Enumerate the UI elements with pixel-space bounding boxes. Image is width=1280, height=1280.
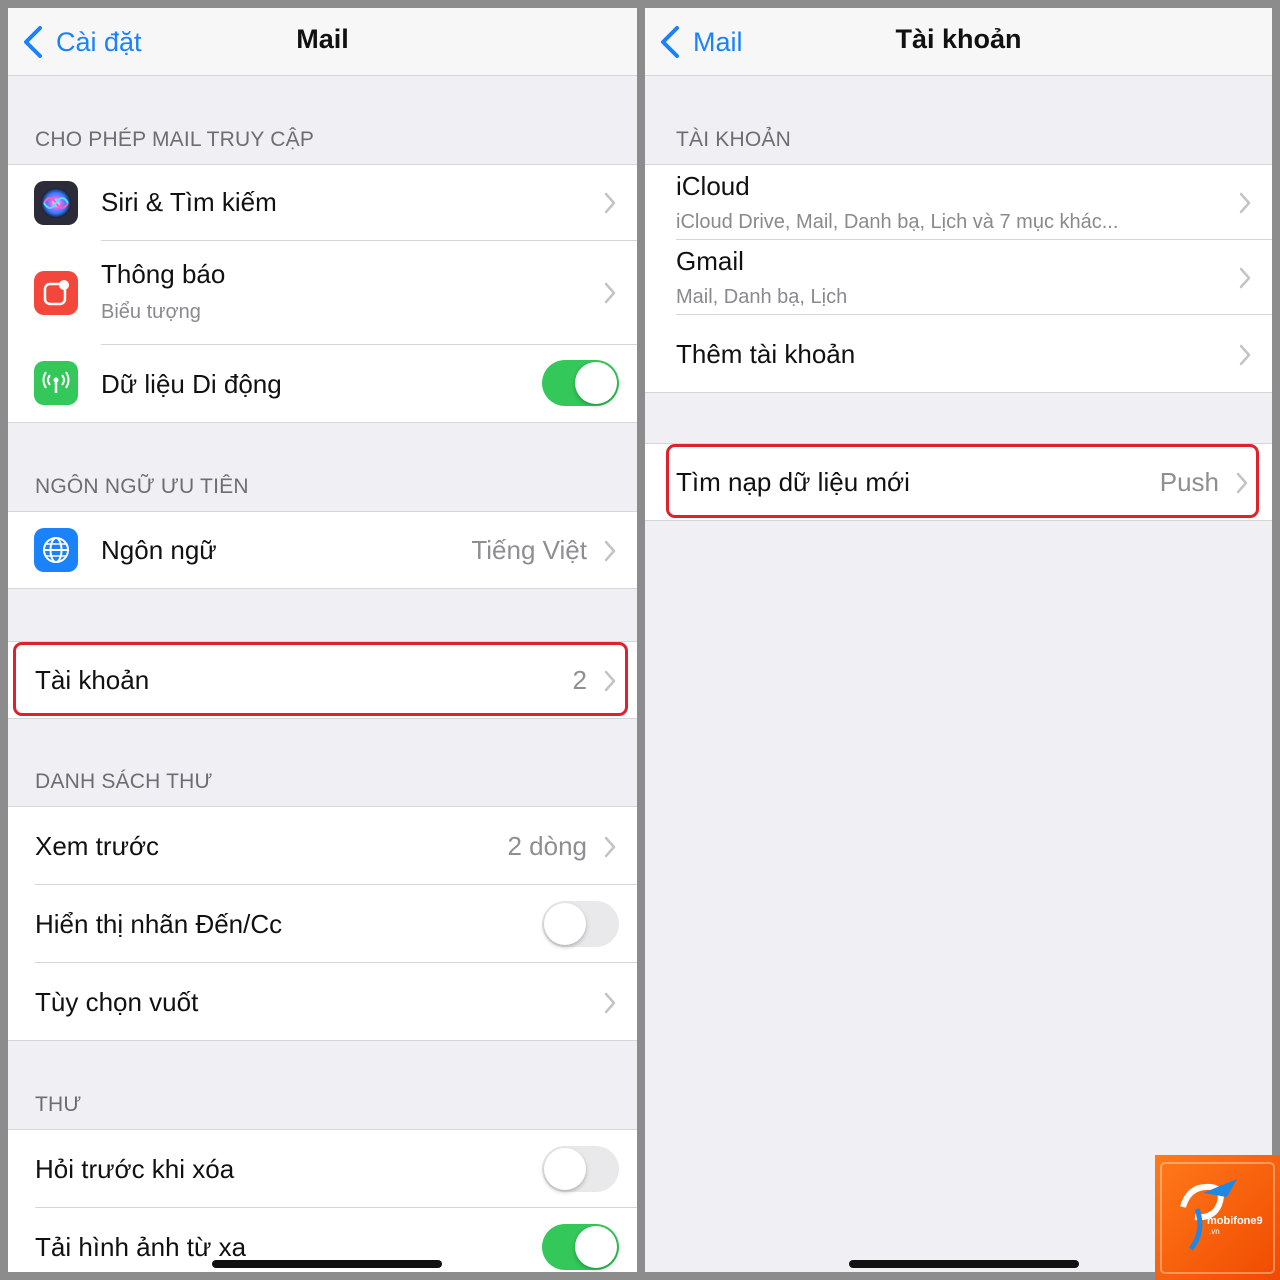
- language-group: Ngôn ngữ Tiếng Việt: [8, 511, 637, 589]
- mobifone9-logo: mobifone9 .vn: [1155, 1155, 1280, 1280]
- notifications-sublabel: Biểu tượng: [101, 301, 201, 323]
- brand-domain: .vn: [1209, 1227, 1220, 1236]
- row-account-gmail[interactable]: Gmail Mail, Danh bạ, Lịch: [645, 240, 1272, 315]
- account-detail: iCloud Drive, Mail, Danh bạ, Lịch và 7 m…: [676, 211, 1119, 233]
- globe-icon: [34, 528, 78, 572]
- row-show-to-cc: Hiển thị nhãn Đến/Cc: [8, 885, 637, 963]
- account-name: iCloud: [676, 171, 750, 201]
- row-language[interactable]: Ngôn ngữ Tiếng Việt: [8, 512, 637, 588]
- siri-label: Siri & Tìm kiếm: [101, 187, 277, 217]
- section-header-language: NGÔN NGỮ ƯU TIÊN: [35, 475, 249, 498]
- cellular-toggle[interactable]: [542, 360, 619, 406]
- highlight-box-accounts: [13, 642, 628, 716]
- section-header-accounts: TÀI KHOẢN: [676, 128, 791, 151]
- add-account-label: Thêm tài khoản: [676, 339, 856, 369]
- highlight-box-fetch: [666, 444, 1259, 518]
- chevron-right-icon: [604, 282, 616, 304]
- row-preview[interactable]: Xem trước 2 dòng: [8, 807, 637, 885]
- home-indicator[interactable]: [212, 1260, 442, 1268]
- messages-group: Hỏi trước khi xóa Tải hình ảnh từ xa: [8, 1129, 637, 1272]
- ask-before-delete-toggle[interactable]: [542, 1146, 619, 1192]
- row-siri[interactable]: Siri & Tìm kiếm: [8, 165, 637, 241]
- row-ask-before-delete: Hỏi trước khi xóa: [8, 1130, 637, 1208]
- mail-settings-screen: Cài đặt Mail CHO PHÉP MAIL TRUY CẬP Siri…: [8, 8, 637, 1272]
- language-value: Tiếng Việt: [471, 535, 587, 565]
- cellular-antenna-icon: [34, 361, 78, 405]
- show-to-cc-label: Hiển thị nhãn Đến/Cc: [35, 909, 283, 939]
- chevron-right-icon: [604, 836, 616, 858]
- notifications-icon: [34, 271, 78, 315]
- notifications-label: Thông báo: [101, 259, 226, 289]
- show-to-cc-toggle[interactable]: [542, 901, 619, 947]
- page-title: Mail: [296, 24, 349, 54]
- chevron-right-icon: [604, 992, 616, 1014]
- chevron-right-icon: [604, 540, 616, 562]
- account-detail: Mail, Danh bạ, Lịch: [676, 286, 848, 308]
- navigation-bar: Cài đặt Mail: [8, 8, 637, 76]
- row-cellular-data: Dữ liệu Di động: [8, 345, 637, 422]
- chevron-right-icon: [1239, 267, 1251, 289]
- row-account-icloud[interactable]: iCloud iCloud Drive, Mail, Danh bạ, Lịch…: [645, 165, 1272, 240]
- accounts-list-group: iCloud iCloud Drive, Mail, Danh bạ, Lịch…: [645, 164, 1272, 393]
- account-name: Gmail: [676, 246, 744, 276]
- ask-before-delete-label: Hỏi trước khi xóa: [35, 1154, 235, 1184]
- navigation-bar: Mail Tài khoản: [645, 8, 1272, 76]
- section-header-messages: THƯ: [35, 1093, 82, 1116]
- accounts-screen: Mail Tài khoản TÀI KHOẢN iCloud iCloud D…: [645, 8, 1272, 1272]
- row-add-account[interactable]: Thêm tài khoản: [645, 315, 1272, 392]
- load-remote-images-toggle[interactable]: [542, 1224, 619, 1270]
- allow-access-group: Siri & Tìm kiếm Thông báo Biểu tượng Dữ …: [8, 164, 637, 423]
- chevron-right-icon: [1239, 344, 1251, 366]
- preview-value: 2 dòng: [507, 831, 587, 861]
- chevron-right-icon: [604, 192, 616, 214]
- section-header-allow: CHO PHÉP MAIL TRUY CẬP: [35, 128, 315, 151]
- page-title: Tài khoản: [895, 24, 1022, 54]
- swipe-options-label: Tùy chọn vuốt: [35, 987, 199, 1017]
- language-label: Ngôn ngữ: [101, 535, 217, 565]
- row-swipe-options[interactable]: Tùy chọn vuốt: [8, 963, 637, 1040]
- message-list-group: Xem trước 2 dòng Hiển thị nhãn Đến/Cc Tù…: [8, 806, 637, 1041]
- chevron-right-icon: [1239, 192, 1251, 214]
- load-remote-images-label: Tải hình ảnh từ xa: [35, 1232, 247, 1262]
- preview-label: Xem trước: [35, 831, 160, 861]
- row-notifications[interactable]: Thông báo Biểu tượng: [8, 241, 637, 345]
- brand-name: mobifone9: [1207, 1215, 1263, 1227]
- section-header-message-list: DANH SÁCH THƯ: [35, 770, 213, 793]
- siri-icon: [34, 181, 78, 225]
- home-indicator[interactable]: [849, 1260, 1079, 1268]
- cellular-label: Dữ liệu Di động: [101, 369, 282, 399]
